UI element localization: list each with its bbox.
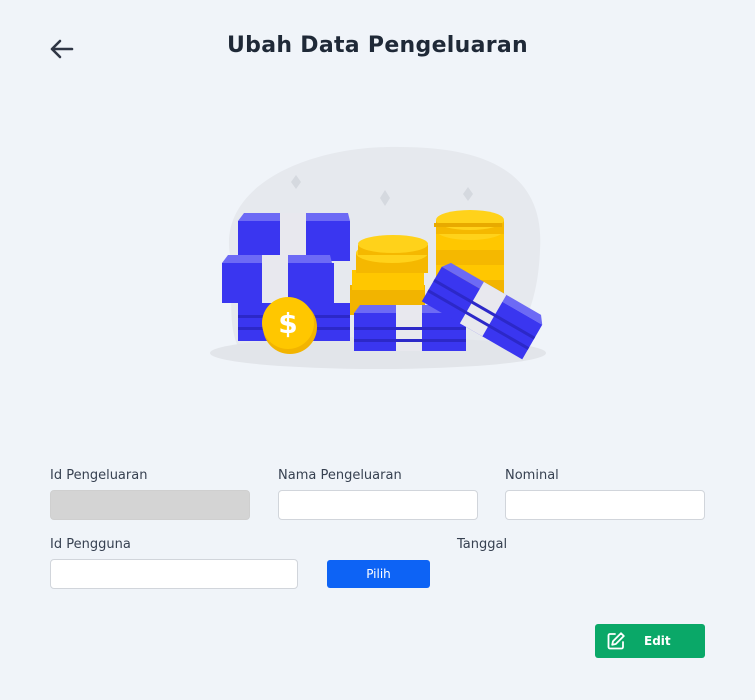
svg-text:$: $ [278,307,297,340]
id-pengguna-input[interactable] [50,559,298,589]
id-pengeluaran-label: Id Pengeluaran [50,468,148,483]
edit-icon [606,630,628,652]
page-header: Ubah Data Pengeluaran [0,0,755,100]
nominal-label: Nominal [505,468,559,483]
id-pengguna-label: Id Pengguna [50,537,131,552]
pilih-button[interactable]: Pilih [327,560,430,588]
page-title: Ubah Data Pengeluaran [227,33,528,58]
id-pengeluaran-input[interactable] [50,490,250,520]
edit-button[interactable]: Edit [595,624,705,658]
nominal-input[interactable] [505,490,705,520]
nama-pengeluaran-input[interactable] [278,490,478,520]
money-stack-illustration: $ [200,135,560,385]
nama-pengeluaran-label: Nama Pengeluaran [278,468,402,483]
edit-button-label: Edit [644,634,671,648]
tanggal-label: Tanggal [457,537,508,552]
